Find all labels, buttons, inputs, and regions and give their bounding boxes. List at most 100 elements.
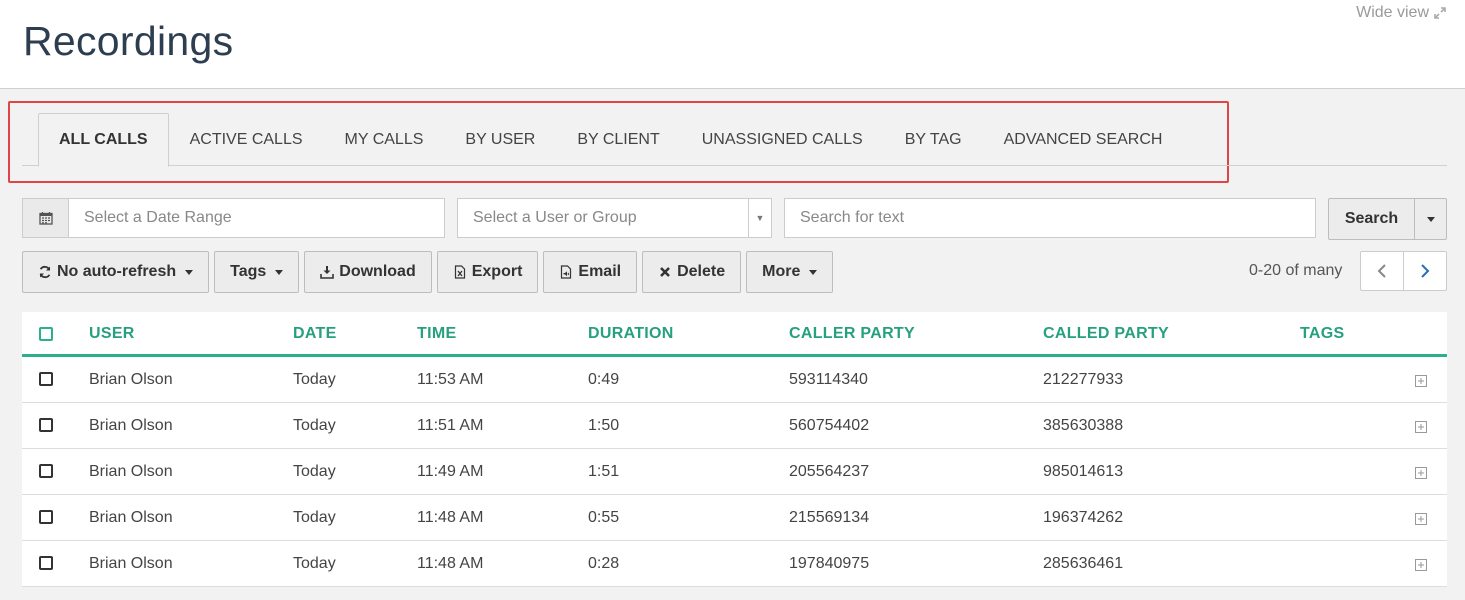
chevron-right-icon — [1421, 264, 1430, 278]
tab-by-client[interactable]: BY CLIENT — [556, 113, 680, 166]
column-header-date[interactable]: DATE — [293, 325, 337, 343]
user-group-select[interactable]: Select a User or Group ▼ — [457, 198, 772, 238]
cell-user: Brian Olson — [89, 555, 173, 572]
tags-button[interactable]: Tags — [214, 251, 300, 293]
auto-refresh-button[interactable]: No auto-refresh — [22, 251, 210, 293]
pagination-controls — [1360, 251, 1447, 291]
export-button[interactable]: Export — [436, 251, 539, 293]
page-title: Recordings — [23, 18, 234, 64]
select-all-checkbox[interactable] — [39, 327, 53, 341]
cell-caller-party: 560754402 — [789, 417, 870, 434]
cell-duration: 1:51 — [588, 463, 620, 480]
chevron-left-icon — [1377, 264, 1386, 278]
table-row[interactable]: Brian Olson Today 11:51 AM 1:50 560754402 385… — [22, 403, 1447, 449]
expand-arrows-icon — [1434, 7, 1446, 19]
tab-unassigned-calls[interactable]: UNASSIGNED CALLS — [681, 113, 884, 166]
dropdown-arrow-icon: ▼ — [748, 199, 771, 237]
audio-file-icon — [561, 265, 572, 279]
excel-file-icon — [454, 265, 465, 279]
cell-caller-party: 205564237 — [789, 463, 870, 480]
page-header: Recordings Wide view — [0, 0, 1465, 89]
tab-by-user[interactable]: BY USER — [444, 113, 556, 166]
next-page-button[interactable] — [1403, 252, 1446, 290]
date-range-input[interactable] — [69, 199, 444, 237]
cell-called-party: 285636461 — [1043, 555, 1124, 572]
expand-row-icon[interactable] — [1415, 375, 1427, 387]
caret-down-icon — [809, 269, 818, 275]
prev-page-button[interactable] — [1361, 252, 1403, 290]
cell-user: Brian Olson — [89, 463, 173, 480]
user-group-placeholder: Select a User or Group — [473, 209, 637, 226]
row-checkbox[interactable] — [39, 372, 53, 386]
tags-label: Tags — [230, 263, 267, 280]
email-button[interactable]: Email — [543, 251, 638, 293]
cell-time: 11:48 AM — [417, 509, 484, 526]
download-label: Download — [339, 263, 416, 280]
cell-date: Today — [293, 463, 336, 480]
row-checkbox[interactable] — [39, 464, 53, 478]
cell-time: 11:49 AM — [417, 463, 484, 480]
column-header-user[interactable]: USER — [89, 325, 135, 343]
row-checkbox[interactable] — [39, 556, 53, 570]
close-icon — [660, 267, 670, 277]
expand-row-icon[interactable] — [1415, 421, 1427, 433]
tab-active-calls[interactable]: ACTIVE CALLS — [169, 113, 324, 166]
date-range-group — [22, 198, 445, 238]
caret-down-icon — [275, 269, 284, 275]
search-text-box — [784, 198, 1316, 238]
column-header-time[interactable]: TIME — [417, 325, 456, 343]
caret-down-icon — [1426, 216, 1435, 222]
table-row[interactable]: Brian Olson Today 11:49 AM 1:51 205564237 985… — [22, 449, 1447, 495]
cell-user: Brian Olson — [89, 371, 173, 388]
recordings-table: USER DATE TIME DURATION CALLER PARTY CAL… — [22, 312, 1447, 587]
cell-caller-party: 593114340 — [789, 371, 868, 388]
cell-caller-party: 197840975 — [789, 555, 870, 572]
caret-down-icon — [185, 269, 194, 275]
email-label: Email — [578, 263, 622, 280]
tab-all-calls[interactable]: ALL CALLS — [38, 113, 169, 167]
cell-called-party: 196374262 — [1043, 509, 1124, 526]
column-header-duration[interactable]: DURATION — [588, 325, 674, 343]
cell-called-party: 985014613 — [1043, 463, 1124, 480]
cell-user: Brian Olson — [89, 509, 173, 526]
expand-row-icon[interactable] — [1415, 559, 1427, 571]
tab-by-tag[interactable]: BY TAG — [884, 113, 983, 166]
wide-view-toggle[interactable]: Wide view — [1356, 4, 1447, 22]
cell-date: Today — [293, 371, 336, 388]
cell-user: Brian Olson — [89, 417, 173, 434]
tab-advanced-search[interactable]: ADVANCED SEARCH — [983, 113, 1184, 166]
delete-button[interactable]: Delete — [642, 251, 742, 293]
more-label: More — [762, 263, 801, 280]
column-header-called-party[interactable]: CALLED PARTY — [1043, 325, 1169, 343]
cell-time: 11:51 AM — [417, 417, 484, 434]
search-input[interactable] — [785, 199, 1315, 237]
download-button[interactable]: Download — [304, 251, 432, 293]
search-options-button[interactable] — [1415, 199, 1446, 239]
tab-my-calls[interactable]: MY CALLS — [324, 113, 445, 166]
download-icon — [320, 266, 335, 279]
cell-duration: 1:50 — [588, 417, 620, 434]
calendar-icon[interactable] — [23, 199, 69, 237]
table-row[interactable]: Brian Olson Today 11:48 AM 0:28 197840975 285… — [22, 541, 1447, 587]
column-header-caller-party[interactable]: CALLER PARTY — [789, 325, 915, 343]
cell-caller-party: 215569134 — [789, 509, 870, 526]
cell-date: Today — [293, 417, 336, 434]
cell-duration: 0:28 — [588, 555, 620, 572]
row-checkbox[interactable] — [39, 418, 53, 432]
wide-view-label: Wide view — [1356, 4, 1429, 21]
auto-refresh-label: No auto-refresh — [57, 263, 177, 280]
cell-duration: 0:55 — [588, 509, 620, 526]
table-row[interactable]: Brian Olson Today 11:53 AM 0:49 593114340 212… — [22, 357, 1447, 403]
column-header-tags[interactable]: TAGS — [1300, 325, 1344, 343]
table-header: USER DATE TIME DURATION CALLER PARTY CAL… — [22, 312, 1447, 357]
expand-row-icon[interactable] — [1415, 467, 1427, 479]
row-checkbox[interactable] — [39, 510, 53, 524]
pagination-text: 0-20 of many — [1249, 262, 1343, 279]
expand-row-icon[interactable] — [1415, 513, 1427, 525]
delete-label: Delete — [677, 263, 726, 280]
search-button[interactable]: Search — [1329, 199, 1415, 239]
cell-time: 11:48 AM — [417, 555, 484, 572]
more-button[interactable]: More — [746, 251, 834, 293]
table-row[interactable]: Brian Olson Today 11:48 AM 0:55 215569134 196… — [22, 495, 1447, 541]
cell-time: 11:53 AM — [417, 371, 484, 388]
